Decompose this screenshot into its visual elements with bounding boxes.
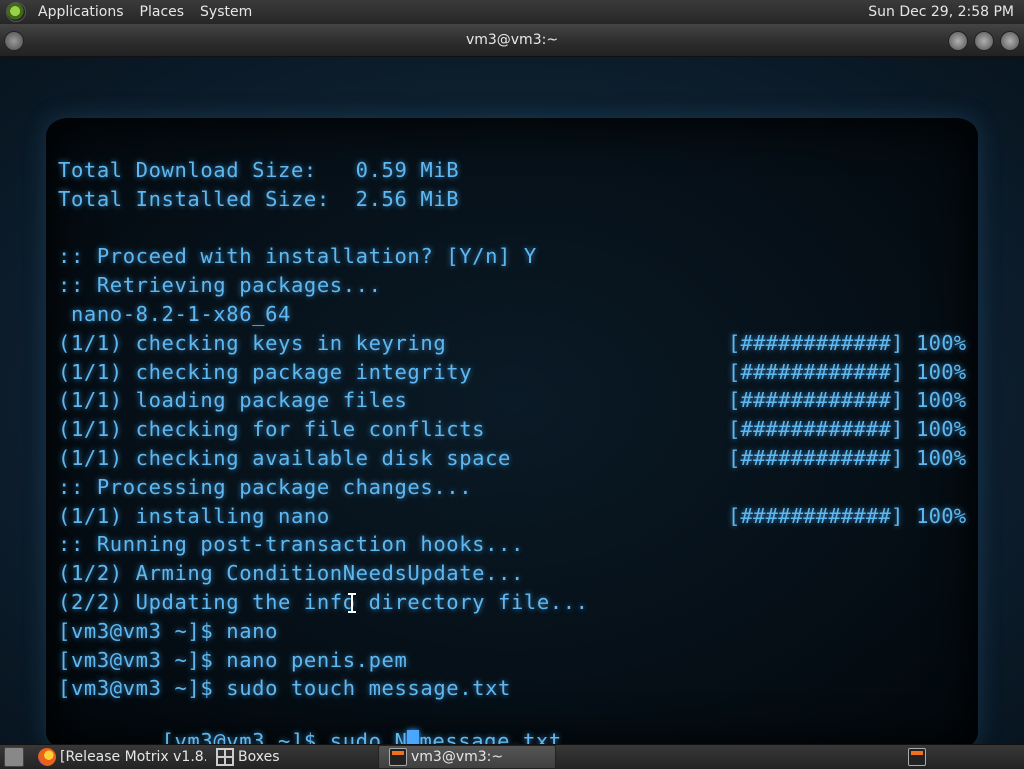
terminal-line: [vm3@vm3 ~]$ nano — [58, 618, 279, 643]
terminal-icon — [389, 748, 407, 766]
taskbar-label: Boxes — [238, 749, 280, 765]
main-menu: Applications Places System — [0, 0, 260, 24]
taskbar-button-3[interactable]: vm3@vm3:~ — [378, 745, 556, 769]
top-panel: Applications Places System Sun Dec 29, 2… — [0, 0, 1024, 25]
menu-places[interactable]: Places — [132, 0, 193, 24]
progress-indicator: [############] 100% — [728, 503, 967, 528]
window-menu-icon[interactable] — [4, 31, 24, 51]
maximize-button[interactable] — [974, 31, 994, 51]
firefox-icon — [38, 748, 56, 766]
terminal-line: :: Running post-transaction hooks... — [58, 532, 524, 557]
terminal-line: (1/2) Arming ConditionNeedsUpdate... — [58, 561, 524, 586]
terminal-line: [vm3@vm3 ~]$ sudo touch message.txt — [58, 676, 511, 701]
terminal-line: (1/1) checking for file conflicts — [58, 417, 486, 442]
progress-indicator: [############] 100% — [728, 417, 967, 442]
terminal-line: :: Proceed with installation? [Y/n] Y — [58, 244, 537, 269]
terminal-screen[interactable]: Total Download Size: 0.59 MiB Total Insta… — [46, 118, 978, 750]
terminal-line: (2/2) Updating the info directory file..… — [58, 590, 589, 614]
boxes-icon — [216, 748, 234, 766]
terminal-window: vm3@vm3:~ Total Download Size: 0.59 MiB T… — [0, 24, 1024, 750]
minimize-button[interactable] — [948, 31, 968, 51]
progress-indicator: [############] 100% — [728, 359, 967, 384]
terminal-line: (1/1) loading package files — [58, 388, 408, 413]
terminal-line: nano-8.2-1-x86_64 — [58, 302, 291, 326]
menu-system[interactable]: System — [192, 0, 260, 24]
terminal-line: (1/1) checking package integrity — [58, 359, 473, 384]
progress-indicator: [############] 100% — [728, 330, 967, 355]
taskbar-button-2[interactable]: Boxes — [206, 746, 378, 768]
terminal-line: (1/1) checking keys in keyring — [58, 330, 447, 355]
taskbar-label: vm3@vm3:~ — [411, 749, 504, 765]
tray-terminal-icon[interactable] — [908, 748, 926, 766]
mouse-ibeam-icon — [348, 593, 356, 613]
show-desktop-icon[interactable] — [4, 747, 24, 767]
taskbar-label: [Release Motrix v1.8.... — [60, 749, 206, 765]
terminal-line: Total Download Size: 0.59 MiB — [58, 158, 460, 182]
distro-logo-icon[interactable] — [6, 2, 26, 22]
taskbar-button-1[interactable]: [Release Motrix v1.8.... — [28, 746, 206, 768]
progress-indicator: [############] 100% — [728, 446, 967, 470]
bottom-panel: [Release Motrix v1.8.... Boxes vm3@vm3:~ — [0, 744, 1024, 769]
window-title: vm3@vm3:~ — [465, 32, 559, 48]
terminal-line: (1/1) installing nano — [58, 503, 330, 528]
terminal-line: Total Installed Size: 2.56 MiB — [58, 186, 460, 211]
menu-applications[interactable]: Applications — [30, 0, 132, 24]
panel-clock[interactable]: Sun Dec 29, 2:58 PM — [868, 4, 1024, 20]
window-titlebar[interactable]: vm3@vm3:~ — [0, 24, 1024, 57]
crt-bezel: Total Download Size: 0.59 MiB Total Insta… — [0, 57, 1024, 750]
task-list: [Release Motrix v1.8.... Boxes vm3@vm3:~ — [28, 745, 556, 769]
close-button[interactable] — [1000, 31, 1020, 51]
terminal-line: [vm3@vm3 ~]$ nano penis.pem — [58, 647, 408, 672]
terminal-line: :: Retrieving packages... — [58, 273, 382, 298]
terminal-line: :: Processing package changes... — [58, 474, 473, 499]
progress-indicator: [############] 100% — [728, 388, 967, 413]
terminal-line: (1/1) checking available disk space — [58, 446, 511, 470]
